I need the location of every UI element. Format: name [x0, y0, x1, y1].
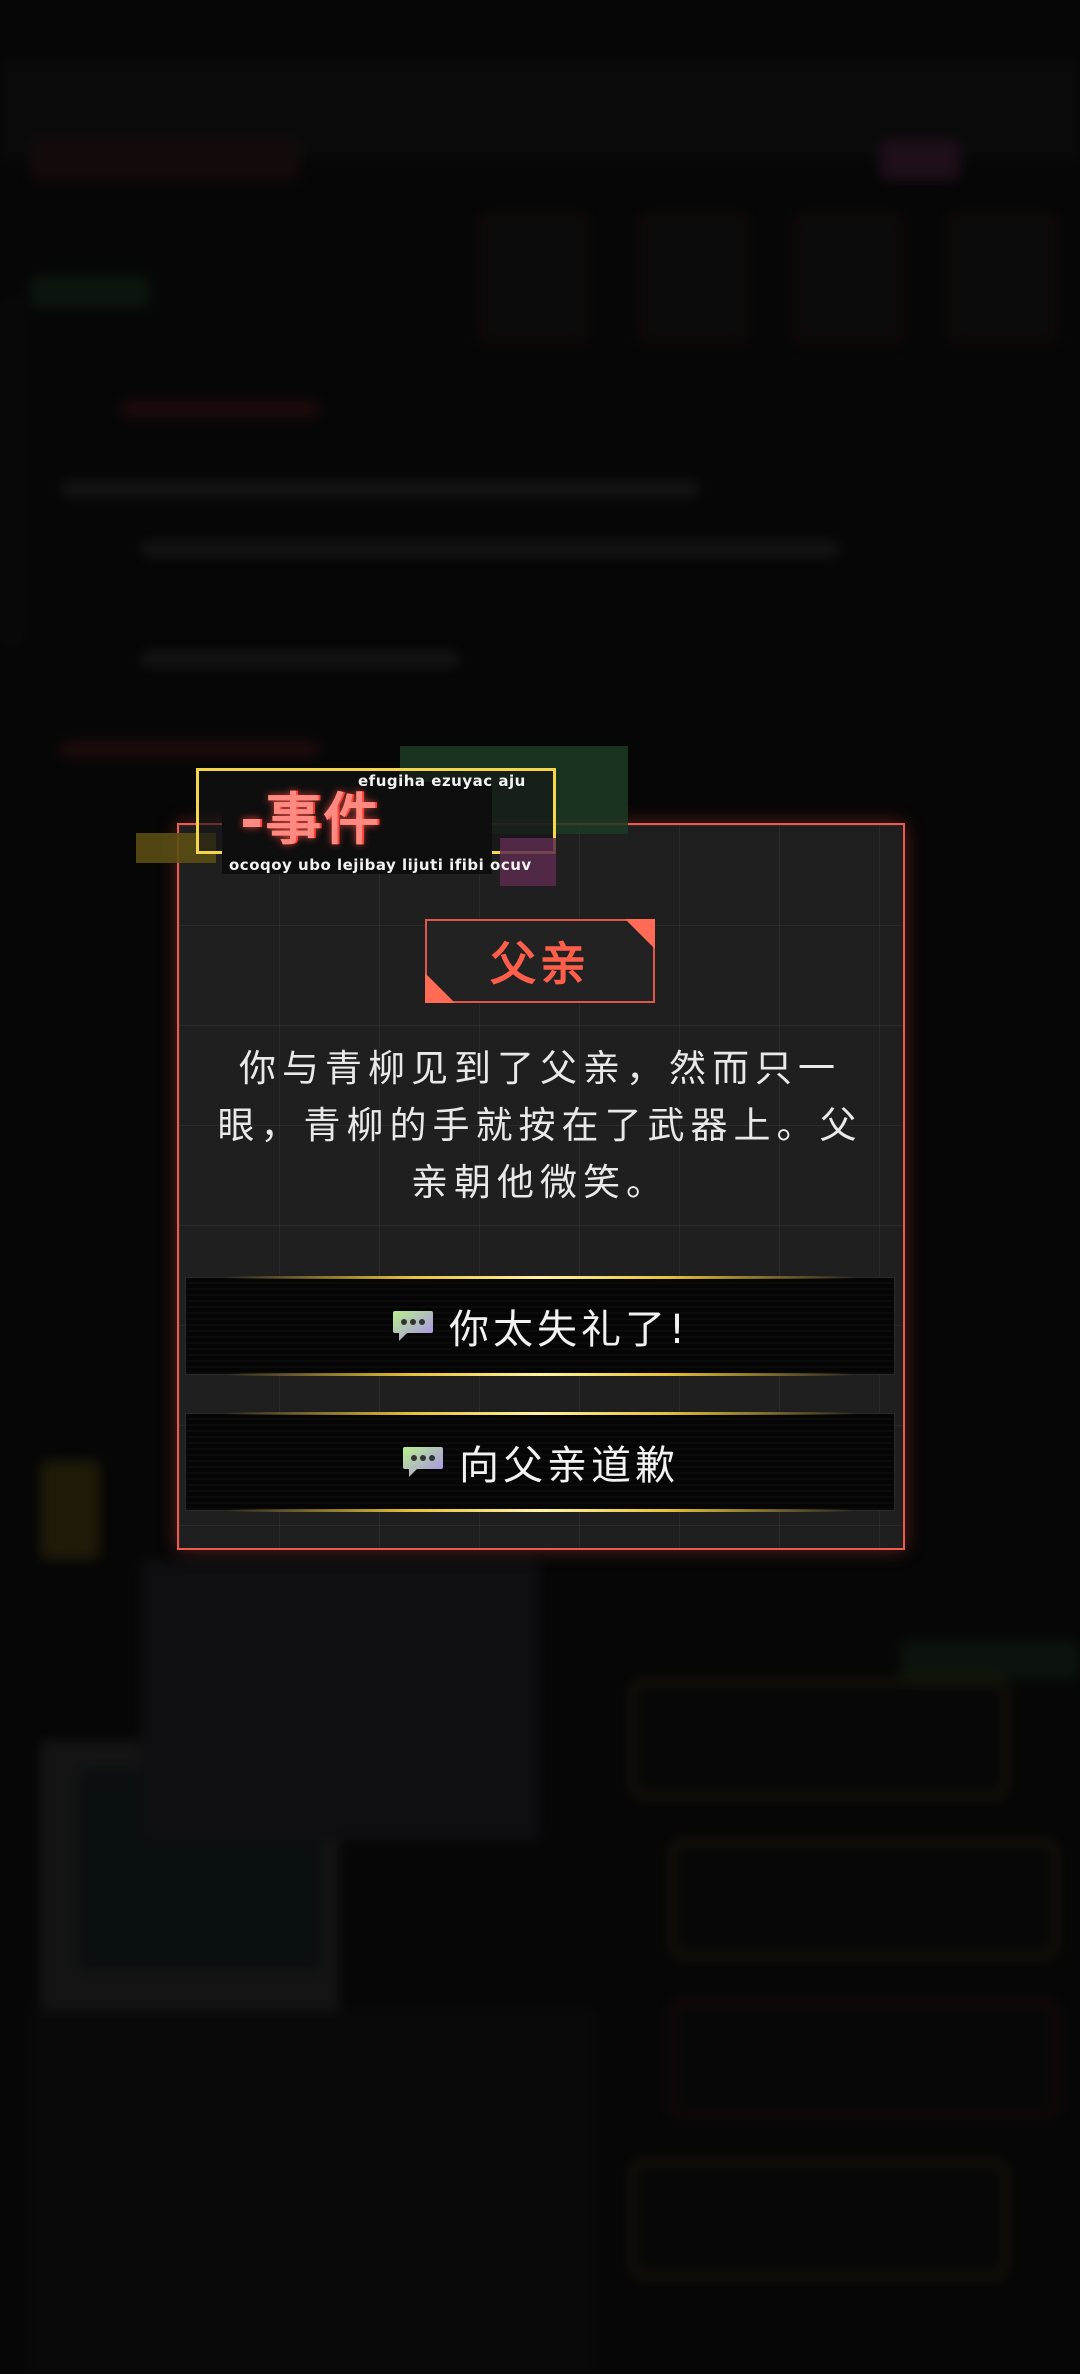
corner-accent [425, 973, 455, 1003]
event-tag-title: -事件 [240, 788, 382, 853]
corner-accent [625, 919, 655, 949]
option-button-2[interactable]: 向父亲道歉 [185, 1412, 895, 1512]
event-description: 你与青柳见到了父亲，然而只一眼，青柳的手就按在了武器上。父亲朝他微笑。 [217, 1047, 863, 1204]
event-tag-subtext-bottom: ocoqoy ubo lejibay lijuti ifibi ocuv [229, 856, 532, 874]
chat-bubble-icon [391, 1309, 435, 1343]
chat-bubble-icon [401, 1445, 445, 1479]
event-name: 父亲 [490, 937, 590, 991]
option-label: 你太失礼了! [448, 1307, 690, 1353]
event-name-plate: 父亲 [425, 919, 655, 1003]
event-tag-subtext-top: efugiha ezuyac aju [358, 772, 526, 790]
option-label: 向父亲道歉 [459, 1443, 679, 1489]
option-button-1[interactable]: 你太失礼了! [185, 1276, 895, 1376]
